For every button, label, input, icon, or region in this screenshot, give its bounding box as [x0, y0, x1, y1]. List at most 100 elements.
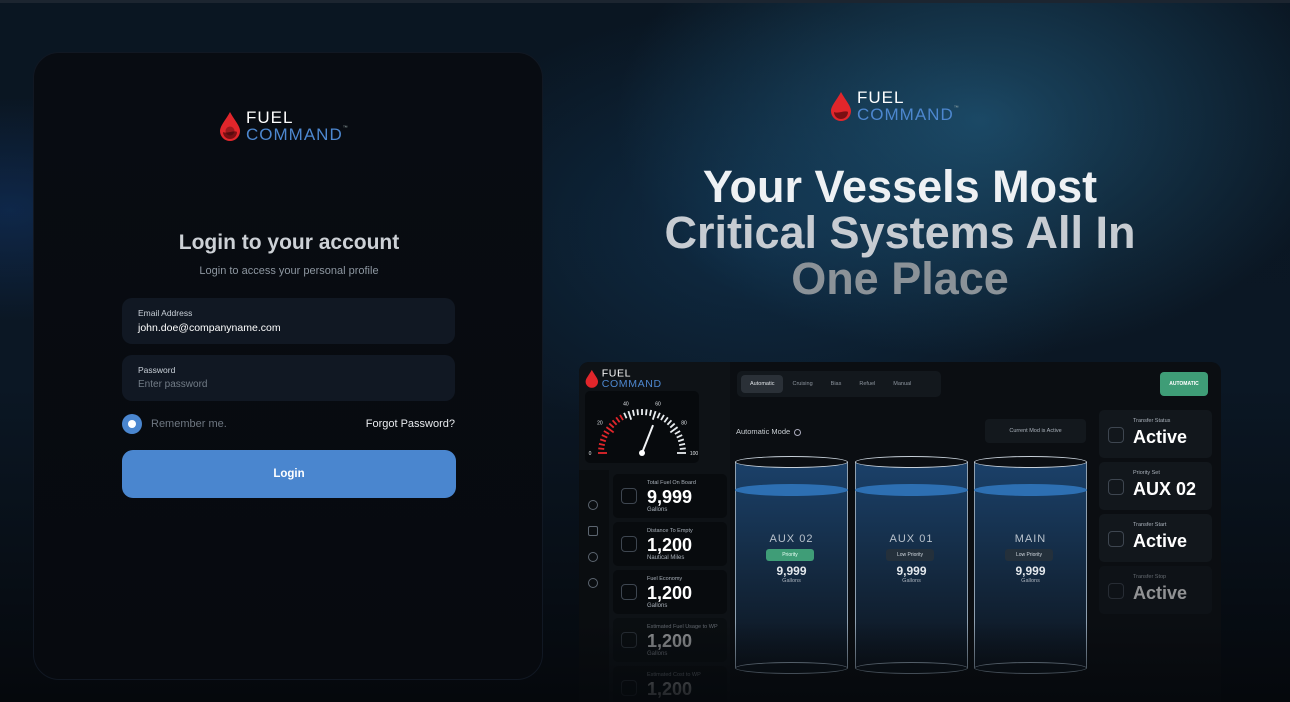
dashboard-main: Automatic Cruising Bias Refuel Manual AU… [730, 362, 1221, 702]
tank-unit: Gallons [902, 578, 921, 584]
stat-unit: Gallons [647, 507, 668, 513]
gauge-tick [676, 434, 683, 439]
stat-label: Estimated Fuel Usage to WP [647, 624, 718, 630]
stat-fuel-economy: Fuel Economy 1,200 Gallons [613, 570, 727, 614]
stat-value: 1,200 [647, 583, 693, 603]
tank-badge: Priority [766, 549, 814, 561]
gauge-tick [598, 442, 606, 446]
stat-fuel-usage-wp: Estimated Fuel Usage to WP 1,200 Gallons [613, 618, 727, 662]
gauge-tick [674, 430, 681, 435]
gauge-tick-label: 80 [681, 420, 687, 426]
gauge-tick [679, 447, 686, 450]
stat-value: 1,200 [647, 679, 693, 699]
economy-icon [621, 584, 637, 600]
gauge-tick [678, 442, 686, 446]
gauge-tick [649, 409, 653, 417]
dashboard-sidebar: FUEL COMMAND 0 20 40 60 80 100 Total Fuel On … [579, 362, 730, 702]
gauge-tick [623, 412, 628, 419]
gauge-tick [651, 410, 657, 420]
status-value: Active [1133, 583, 1188, 603]
tab-automatic[interactable]: Automatic [741, 375, 784, 393]
gauge-tick [663, 416, 669, 423]
gauge-tick-label: 60 [655, 402, 661, 408]
gauge-tick-label: 0 [589, 451, 592, 457]
login-button[interactable]: Login [122, 450, 456, 498]
password-input[interactable]: Enter password [138, 379, 439, 390]
gauge-hub [639, 450, 645, 456]
fuel-icon [621, 488, 637, 504]
status-transfer: Transfer Status Active [1099, 410, 1212, 458]
tab-bias[interactable]: Bias [822, 375, 851, 393]
tank-main: MAIN Low Priority 9,999 Gallons [974, 456, 1087, 674]
gauge-tick [656, 412, 661, 419]
status-transfer-start: Transfer Start Active [1099, 514, 1212, 562]
forgot-password-link[interactable]: Forgot Password? [344, 418, 455, 430]
fuel-drop-icon [831, 92, 851, 121]
tank-unit: Gallons [782, 578, 801, 584]
tab-manual[interactable]: Manual [884, 375, 920, 393]
stat-value: 1,200 [647, 535, 693, 555]
gear-icon[interactable] [588, 500, 598, 510]
status-label: Transfer Status [1133, 418, 1171, 424]
gauge-tick [601, 434, 608, 439]
login-title: Login to your account [178, 231, 400, 254]
tab-cruising[interactable]: Cruising [783, 375, 821, 393]
gauge-tick [666, 419, 673, 426]
dashboard-nav [579, 470, 609, 702]
remember-me[interactable]: Remember me. [122, 414, 227, 434]
logo-word-command: COMMAND [601, 377, 662, 390]
status-label: Transfer Start [1133, 522, 1167, 528]
status-value: Active [1133, 427, 1188, 447]
timer-icon[interactable] [588, 552, 598, 562]
logo-word-command: COMMAND™ [246, 125, 349, 144]
remember-radio[interactable] [122, 414, 142, 434]
status-label: Transfer Stop [1133, 574, 1167, 580]
status-label: Priority Set [1133, 470, 1160, 476]
tab-refuel[interactable]: Refuel [850, 375, 884, 393]
tank-value: 9,999 [1015, 564, 1046, 578]
stat-unit: Gallons [647, 603, 668, 609]
info-icon[interactable] [794, 428, 802, 436]
gauge-tick [636, 409, 639, 416]
gauge-tick [669, 426, 679, 434]
stat-distance: Distance To Empty 1,200 Nautical Miles [613, 522, 727, 566]
mode-label: Automatic Mode [736, 427, 802, 436]
tank-badge: Low Priority [1005, 549, 1053, 561]
power-icon [1108, 583, 1124, 599]
gauge-svg: 0 20 40 60 80 100 [589, 402, 699, 457]
email-field[interactable]: Email Address john.doe@companyname.com [122, 298, 455, 344]
priority-icon [1108, 479, 1124, 495]
tank-name: AUX 01 [889, 533, 934, 545]
gauge-tick [605, 426, 615, 434]
logo-word-fuel: FUEL [857, 88, 905, 107]
tank-name: AUX 02 [769, 533, 814, 545]
chart-icon[interactable] [588, 526, 598, 536]
gauge-tick [677, 438, 685, 443]
gauge-tick [615, 416, 621, 423]
hero-logo: FUEL COMMAND™ [830, 89, 960, 123]
settings-icon[interactable] [588, 578, 598, 588]
gauge-tick [669, 422, 676, 429]
password-field[interactable]: Password Enter password [122, 355, 455, 401]
gauge-tick [608, 422, 615, 429]
gauge-tick [603, 430, 610, 435]
dashboard-logo: FUEL COMMAND [585, 368, 662, 389]
tank-unit: Gallons [1021, 578, 1040, 584]
gauge-tick [631, 409, 635, 417]
stat-unit: Nautical Miles [647, 555, 685, 561]
automatic-button[interactable]: AUTOMATIC [1160, 372, 1208, 396]
tank-value: 9,999 [776, 564, 807, 578]
email-input[interactable]: john.doe@companyname.com [138, 322, 439, 334]
status-value: Active [1133, 531, 1188, 551]
waypoint-icon [621, 632, 637, 648]
gauge-tick [627, 410, 633, 420]
gauge-tick-label: 40 [623, 402, 629, 408]
stat-cost-wp: Estimated Cost to WP 1,200 [613, 666, 727, 702]
stat-total-fuel: Total Fuel On Board 9,999 Gallons [613, 474, 727, 518]
stat-label: Total Fuel On Board [647, 480, 696, 486]
speed-gauge: 0 20 40 60 80 100 [585, 391, 699, 463]
stat-label: Estimated Cost to WP [647, 672, 701, 678]
login-subtitle: Login to access your personal profile [199, 265, 379, 277]
fuel-drop-icon [220, 112, 240, 141]
email-label: Email Address [138, 308, 193, 318]
